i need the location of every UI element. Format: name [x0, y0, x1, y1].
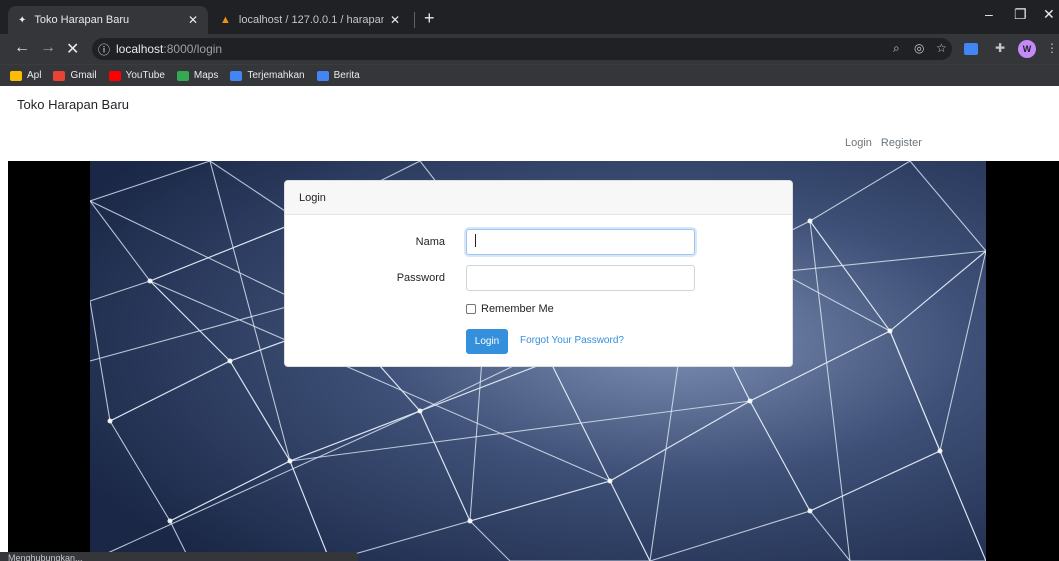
- menu-icon[interactable]: ⋮: [1046, 41, 1058, 55]
- password-label: Password: [396, 272, 445, 284]
- bookmark-label: Apl: [27, 70, 42, 81]
- forgot-password-link[interactable]: Forgot Your Password?: [520, 335, 624, 346]
- back-button[interactable]: ←: [14, 39, 30, 57]
- name-input[interactable]: [466, 229, 695, 255]
- browser-toolbar: ← → ✕ ⓘ localhost :8000/login ⌕ ◎ ☆ ✚ ⋮: [0, 34, 1059, 64]
- tab-close-icon[interactable]: ✕: [390, 13, 400, 27]
- info-icon[interactable]: ⓘ: [98, 41, 110, 58]
- text-caret: [475, 234, 476, 247]
- bookmarks-bar: Apl Gmail YouTube Maps Terjemahkan Berit…: [0, 64, 1059, 86]
- site-nav: Login Register: [845, 137, 922, 149]
- bookmark-label: Berita: [333, 70, 360, 81]
- name-label: Nama: [415, 236, 445, 248]
- youtube-icon: [108, 70, 121, 81]
- bookmark-youtube[interactable]: YouTube: [108, 70, 165, 81]
- login-card: Login Nama Password Remember Me Login Fo…: [284, 180, 793, 367]
- bookmark-label: Terjemahkan: [247, 70, 305, 81]
- gmail-icon: [53, 70, 66, 81]
- bookmark-translate[interactable]: Terjemahkan: [230, 70, 305, 81]
- site-brand[interactable]: Toko Harapan Baru: [17, 97, 129, 112]
- maximize-button[interactable]: ❐: [1014, 6, 1027, 23]
- browser-tab-bar: ✦ Toko Harapan Baru ✕ ▲ localhost / 127.…: [0, 0, 1059, 34]
- bookmark-label: Maps: [193, 70, 219, 81]
- nav-login-link[interactable]: Login: [845, 137, 872, 149]
- tracking-icon[interactable]: ◎: [914, 41, 924, 55]
- stop-button[interactable]: ✕: [66, 39, 79, 59]
- translate-icon: [230, 70, 243, 81]
- login-card-header: Login: [285, 181, 792, 215]
- url-host: localhost: [116, 42, 164, 56]
- remember-me-checkbox[interactable]: [466, 304, 476, 314]
- bookmark-star-icon[interactable]: ☆: [936, 41, 947, 55]
- remember-me-label: Remember Me: [481, 303, 554, 315]
- tab-title: localhost / 127.0.0.1 / harapanbaru: [238, 14, 384, 26]
- web-page: Toko Harapan Baru Login Register Login N…: [0, 86, 1059, 561]
- bookmark-news[interactable]: Berita: [316, 70, 360, 81]
- nav-register-link[interactable]: Register: [881, 137, 922, 149]
- maps-icon: [176, 70, 189, 81]
- minimize-button[interactable]: –: [985, 6, 993, 22]
- translate-extension-icon[interactable]: [964, 43, 978, 55]
- tab-favicon-icon: ✦: [18, 14, 27, 26]
- address-bar[interactable]: ⓘ localhost :8000/login: [92, 38, 952, 60]
- phpmyadmin-favicon-icon: ▲: [220, 14, 231, 26]
- browser-status-bar: Menghubungkan...: [0, 552, 358, 561]
- url-path: :8000/login: [163, 42, 223, 56]
- bookmark-apps[interactable]: Apl: [10, 70, 41, 81]
- tab-close-icon[interactable]: ✕: [188, 13, 198, 27]
- new-tab-button[interactable]: +: [424, 8, 435, 29]
- bookmark-label: YouTube: [125, 70, 165, 81]
- extensions-icon[interactable]: ✚: [995, 41, 1005, 55]
- apps-grid-icon: [10, 70, 22, 81]
- tab-toko-harapan-baru[interactable]: ✦ Toko Harapan Baru ✕: [8, 6, 208, 34]
- news-icon: [316, 70, 329, 81]
- profile-avatar[interactable]: W: [1018, 40, 1036, 58]
- bookmark-label: Gmail: [70, 70, 97, 81]
- login-button[interactable]: Login: [466, 329, 508, 354]
- password-input[interactable]: [466, 265, 695, 291]
- bookmark-maps[interactable]: Maps: [176, 70, 219, 81]
- tab-divider: [414, 12, 415, 28]
- tab-phpmyadmin[interactable]: ▲ localhost / 127.0.0.1 / harapanbaru ✕: [210, 6, 410, 34]
- remember-me[interactable]: Remember Me: [466, 303, 554, 315]
- status-text: Menghubungkan...: [8, 553, 83, 561]
- close-window-button[interactable]: ✕: [1043, 6, 1055, 23]
- zoom-icon[interactable]: ⌕: [893, 41, 900, 56]
- forward-button[interactable]: →: [40, 39, 56, 57]
- bookmark-gmail[interactable]: Gmail: [53, 70, 97, 81]
- tab-title: Toko Harapan Baru: [34, 14, 130, 26]
